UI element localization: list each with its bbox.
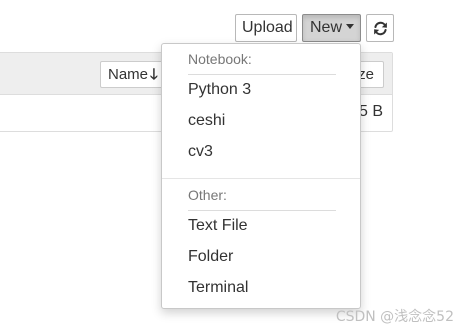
file-row-size: 5 B — [358, 103, 383, 120]
jupyter-file-browser: Name 🡓 ze 5 B Upload New Notebook: Python… — [0, 0, 467, 334]
sort-by-name-button[interactable]: Name 🡓 — [100, 61, 170, 88]
menu-item-text-file[interactable]: Text File — [162, 211, 360, 241]
new-dropdown-menu: Notebook: Python 3 ceshi cv3 Other: Text… — [161, 43, 361, 309]
csdn-watermark: CSDN @浅念念52 — [335, 309, 454, 325]
menu-item-python3[interactable]: Python 3 — [162, 75, 360, 105]
menu-item-terminal[interactable]: Terminal — [162, 273, 360, 303]
menu-item-folder[interactable]: Folder — [162, 242, 360, 272]
menu-divider — [162, 178, 360, 179]
upload-button[interactable]: Upload — [235, 14, 297, 42]
menu-item-ceshi[interactable]: ceshi — [162, 106, 360, 136]
new-dropdown-button[interactable]: New — [302, 14, 361, 42]
sort-down-arrow-icon: 🡓 — [150, 66, 158, 83]
menu-item-cv3[interactable]: cv3 — [162, 137, 360, 167]
refresh-icon — [374, 21, 387, 36]
refresh-button[interactable] — [366, 14, 394, 42]
caret-down-icon — [346, 24, 355, 30]
sort-label: Name — [108, 66, 149, 83]
other-section-header: Other: — [188, 187, 227, 203]
new-button-label: New — [310, 19, 343, 36]
notebook-section-header: Notebook: — [188, 51, 252, 67]
